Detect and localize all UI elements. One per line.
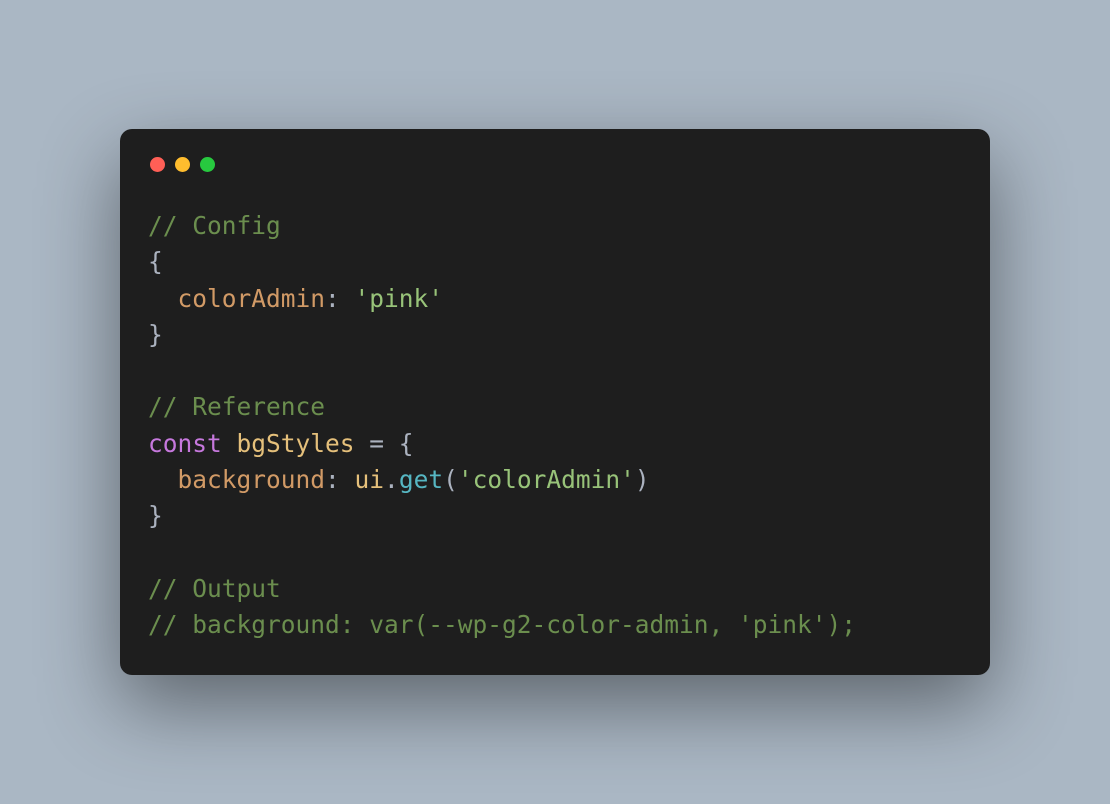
code-punctuation: : — [325, 284, 355, 313]
minimize-icon[interactable] — [175, 157, 190, 172]
code-punctuation: ( — [443, 465, 458, 494]
code-punctuation: } — [148, 501, 163, 530]
code-punctuation: = { — [355, 429, 414, 458]
code-comment: // background: var(--wp-g2-color-admin, … — [148, 610, 856, 639]
code-identifier: ui — [355, 465, 385, 494]
code-punctuation: ) — [635, 465, 650, 494]
code-keyword: const — [148, 429, 222, 458]
code-punctuation: } — [148, 320, 163, 349]
maximize-icon[interactable] — [200, 157, 215, 172]
code-comment: // Config — [148, 211, 281, 240]
code-string: 'pink' — [355, 284, 444, 313]
code-punctuation: { — [148, 247, 163, 276]
code-method: get — [399, 465, 443, 494]
code-property: colorAdmin — [148, 284, 325, 313]
code-punctuation: : — [325, 465, 355, 494]
code-property: background — [148, 465, 325, 494]
code-window: // Config { colorAdmin: 'pink' } // Refe… — [120, 129, 990, 675]
code-string: 'colorAdmin' — [458, 465, 635, 494]
code-comment: // Reference — [148, 392, 325, 421]
code-text — [222, 429, 237, 458]
window-controls — [150, 157, 962, 172]
code-block: // Config { colorAdmin: 'pink' } // Refe… — [148, 208, 962, 643]
code-punctuation: . — [384, 465, 399, 494]
close-icon[interactable] — [150, 157, 165, 172]
code-identifier: bgStyles — [237, 429, 355, 458]
code-comment: // Output — [148, 574, 281, 603]
